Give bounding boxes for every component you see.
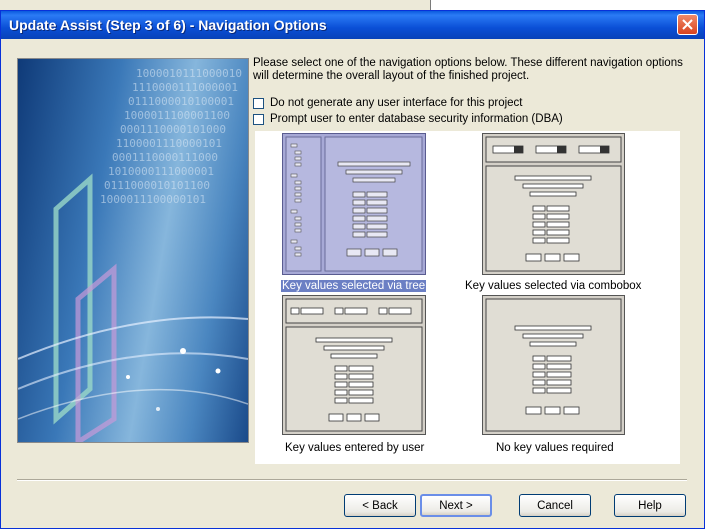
option-no-key-values-label: No key values required [496,442,614,454]
no-key-layout-thumbnail[interactable] [482,295,625,435]
binary-text-line: 0001110000101000 [120,123,226,136]
cancel-button[interactable]: Cancel [519,494,591,517]
binary-text-line: 1000010111000010 [136,67,242,80]
entered-layout-thumbnail[interactable] [282,295,426,435]
option-combobox-label: Key values selected via combobox [465,280,642,292]
binary-text-line: 1000011100000101 [100,193,206,206]
help-button[interactable]: Help [614,494,686,517]
no-ui-checkbox[interactable] [253,97,264,109]
combobox-layout-thumbnail[interactable] [482,133,625,275]
binary-text-line: 1100001110000101 [116,137,222,150]
option-entered-by-user-label: Key values entered by user [285,442,425,454]
no-ui-checkbox-row[interactable]: Do not generate any user interface for t… [253,97,523,109]
binary-text-line: 0111000010101100 [104,179,210,192]
title-bar[interactable]: Update Assist (Step 3 of 6) - Navigation… [1,11,704,39]
close-icon [682,19,693,30]
option-tree-label: Key values selected via tree [281,280,427,292]
close-button[interactable] [677,14,698,35]
binary-text-line: 1110000111000001 [132,81,238,94]
navigation-options-panel: Key values selected via tree Key values … [255,131,680,464]
instructions-text: Please select one of the navigation opti… [253,57,683,82]
binary-text-line: 1000011100001100 [124,109,230,122]
back-button[interactable]: < Back [344,494,416,517]
wizard-side-image: 1000010111000010 1110000111000001 01110000… [17,58,249,443]
dba-checkbox-label: Prompt user to enter database security i… [270,113,563,125]
tree-layout-thumbnail[interactable] [282,133,426,275]
dba-checkbox[interactable] [253,113,264,125]
binary-text-line: 0001110000111000 [112,151,218,164]
dba-checkbox-row[interactable]: Prompt user to enter database security i… [253,113,563,125]
next-button[interactable]: Next > [420,494,492,517]
binary-text-line: 1010000111000001 [108,165,214,178]
window-title: Update Assist (Step 3 of 6) - Navigation… [9,17,327,33]
binary-text-line: 0111000010100001 [128,95,234,108]
no-ui-checkbox-label: Do not generate any user interface for t… [270,97,523,109]
footer-separator [17,479,687,481]
